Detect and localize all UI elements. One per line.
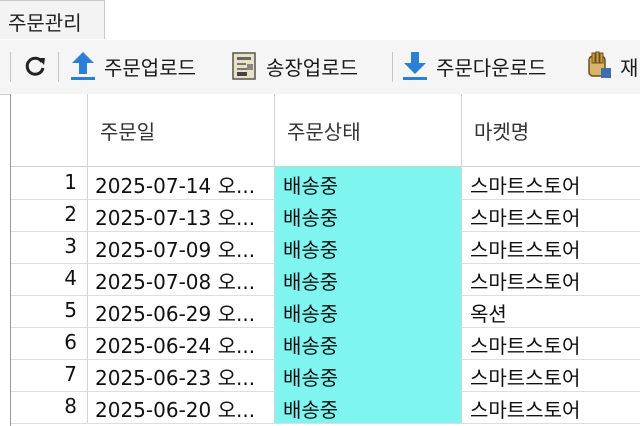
row-number-cell: 3 bbox=[11, 231, 88, 263]
row-number-cell: 2 bbox=[11, 199, 88, 231]
row-number-cell: 7 bbox=[11, 359, 88, 391]
row-number-cell: 6 bbox=[11, 327, 88, 359]
partial-toolbar-button[interactable]: 재 bbox=[584, 46, 638, 86]
market-name-cell[interactable]: 스마트스토어 bbox=[462, 359, 640, 391]
order-date-cell[interactable]: 2025-07-13 오... bbox=[88, 199, 275, 231]
order-status-cell[interactable]: 배송중 bbox=[275, 359, 462, 391]
order-status-cell[interactable]: 배송중 bbox=[275, 199, 462, 231]
order-upload-button[interactable]: 주문업로드 bbox=[68, 46, 196, 86]
grid-header: 주문일 주문상태 마켓명 bbox=[11, 94, 640, 167]
order-date-cell[interactable]: 2025-06-20 오... bbox=[88, 391, 275, 423]
refresh-button[interactable] bbox=[24, 46, 48, 86]
row-number-cell: 8 bbox=[11, 391, 88, 423]
order-status-cell[interactable]: 배송중 bbox=[275, 231, 462, 263]
partial-toolbar-label: 재 bbox=[620, 55, 639, 80]
table-row[interactable]: 3 2025-07-09 오... 배송중 스마트스토어 bbox=[11, 231, 640, 264]
order-status-cell[interactable]: 배송중 bbox=[275, 295, 462, 327]
table-row[interactable]: 7 2025-06-23 오... 배송중 스마트스토어 bbox=[11, 359, 640, 392]
order-date-cell[interactable]: 2025-07-09 오... bbox=[88, 231, 275, 263]
upload-arrow-icon bbox=[71, 52, 95, 80]
header-market-name-label: 마켓명 bbox=[474, 120, 530, 144]
order-download-button[interactable]: 주문다운로드 bbox=[400, 46, 546, 86]
row-number-cell: 5 bbox=[11, 295, 88, 327]
order-download-label: 주문다운로드 bbox=[436, 55, 547, 80]
tab-order-management[interactable]: 주문관리 bbox=[0, 0, 105, 39]
order-grid: 주문일 주문상태 마켓명 1 2025-07-14 오... 배송중 스마트스토… bbox=[10, 94, 640, 426]
market-name-cell[interactable]: 스마트스토어 bbox=[462, 199, 640, 231]
table-row[interactable]: 8 2025-06-20 오... 배송중 스마트스토어 bbox=[11, 391, 640, 424]
table-row[interactable]: 1 2025-07-14 오... 배송중 스마트스토어 bbox=[11, 167, 640, 200]
table-row[interactable]: 5 2025-06-29 오... 배송중 옥션 bbox=[11, 295, 640, 328]
invoice-document-icon bbox=[232, 52, 256, 80]
invoice-upload-button[interactable]: 송장업로드 bbox=[230, 46, 358, 86]
header-order-date-label: 주문일 bbox=[100, 120, 156, 144]
toolbar: 주문업로드 송장업로드 주문다운로드 재 bbox=[0, 40, 640, 95]
tab-strip: 주문관리 bbox=[0, 0, 640, 41]
toolbar-separator bbox=[10, 52, 11, 82]
row-number-cell: 4 bbox=[11, 263, 88, 295]
order-date-cell[interactable]: 2025-06-23 오... bbox=[88, 359, 275, 391]
header-order-date[interactable]: 주문일 bbox=[88, 94, 275, 166]
order-date-cell[interactable]: 2025-06-29 오... bbox=[88, 295, 275, 327]
order-status-cell[interactable]: 배송중 bbox=[275, 391, 462, 423]
invoice-upload-label: 송장업로드 bbox=[266, 55, 358, 80]
row-number-cell: 1 bbox=[11, 167, 88, 199]
order-date-cell[interactable]: 2025-07-08 오... bbox=[88, 263, 275, 295]
market-name-cell[interactable]: 스마트스토어 bbox=[462, 263, 640, 295]
order-status-cell[interactable]: 배송중 bbox=[275, 263, 462, 295]
table-row[interactable]: 6 2025-06-24 오... 배송중 스마트스토어 bbox=[11, 327, 640, 360]
order-date-cell[interactable]: 2025-07-14 오... bbox=[88, 167, 275, 199]
download-arrow-icon bbox=[403, 52, 427, 80]
stamp-hand-icon bbox=[588, 51, 611, 78]
header-market-name[interactable]: 마켓명 bbox=[462, 94, 640, 166]
order-upload-label: 주문업로드 bbox=[104, 55, 196, 80]
header-order-status[interactable]: 주문상태 bbox=[275, 94, 462, 166]
market-name-cell[interactable]: 스마트스토어 bbox=[462, 231, 640, 263]
order-status-cell[interactable]: 배송중 bbox=[275, 327, 462, 359]
header-row-number[interactable] bbox=[11, 94, 88, 166]
order-date-cell[interactable]: 2025-06-24 오... bbox=[88, 327, 275, 359]
table-row[interactable]: 4 2025-07-08 오... 배송중 스마트스토어 bbox=[11, 263, 640, 296]
table-row[interactable]: 2 2025-07-13 오... 배송중 스마트스토어 bbox=[11, 199, 640, 232]
toolbar-separator bbox=[392, 52, 393, 82]
tab-label: 주문관리 bbox=[8, 11, 82, 35]
order-status-cell[interactable]: 배송중 bbox=[275, 167, 462, 199]
toolbar-separator bbox=[58, 52, 59, 82]
market-name-cell[interactable]: 옥션 bbox=[462, 295, 640, 327]
market-name-cell[interactable]: 스마트스토어 bbox=[462, 167, 640, 199]
market-name-cell[interactable]: 스마트스토어 bbox=[462, 327, 640, 359]
refresh-icon bbox=[25, 56, 45, 76]
header-order-status-label: 주문상태 bbox=[287, 120, 361, 144]
market-name-cell[interactable]: 스마트스토어 bbox=[462, 391, 640, 423]
